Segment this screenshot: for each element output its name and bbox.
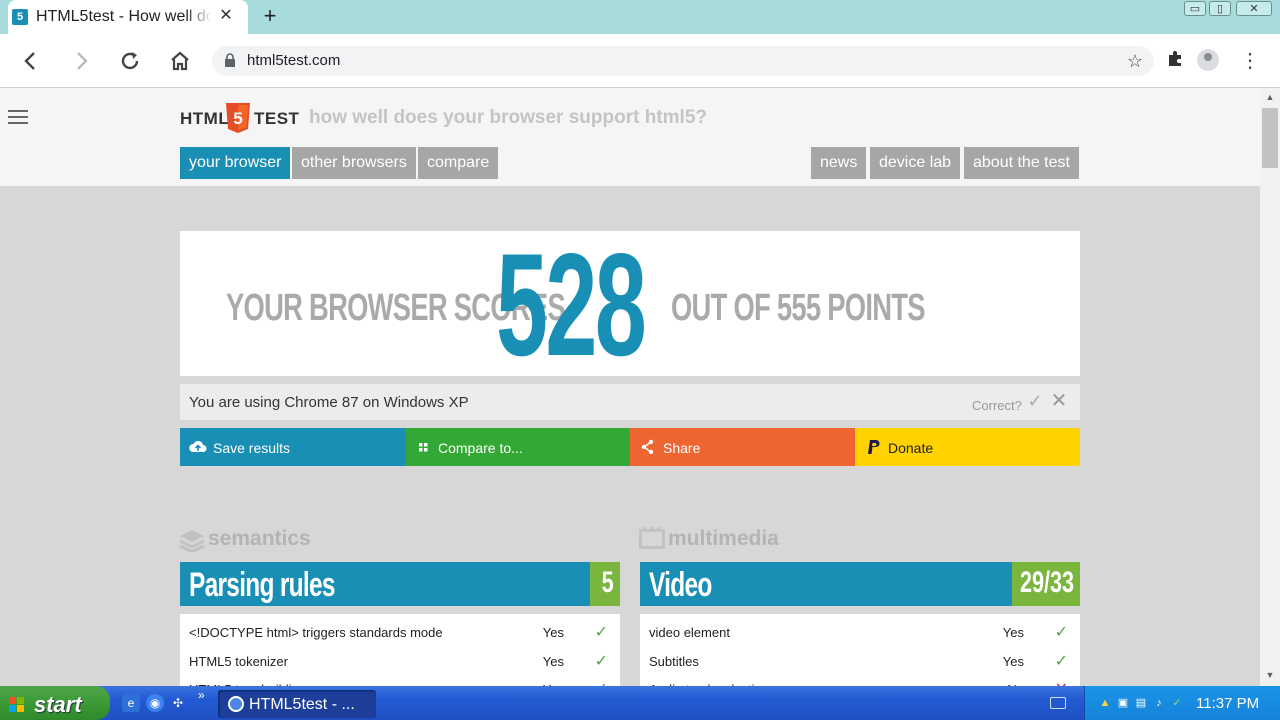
- pass-check-icon: ✓: [594, 653, 608, 670]
- compare-to-button[interactable]: Compare to...: [405, 428, 630, 466]
- parsing-rules-title: Parsing rules: [189, 566, 335, 604]
- tray-volume-icon[interactable]: ♪: [1152, 696, 1166, 710]
- share-icon: [639, 439, 657, 455]
- browser-detection-text: You are using Chrome 87 on Windows XP: [189, 394, 469, 411]
- donate-label: Donate: [888, 440, 934, 456]
- video-list: video element Yes ✓ Subtitles Yes ✓ Audi…: [640, 614, 1080, 690]
- bookmark-star-icon[interactable]: ☆: [1124, 50, 1146, 72]
- tab-title[interactable]: HTML5test - How well does your browser s…: [36, 8, 212, 26]
- tab-close-icon[interactable]: ✕: [216, 6, 236, 26]
- start-label: start: [34, 692, 82, 717]
- pass-check-icon: ✓: [594, 624, 608, 641]
- multimedia-film-icon: [639, 526, 665, 549]
- chrome-quicklaunch-icon[interactable]: ◉: [146, 694, 164, 712]
- score-tail-text: OUT OF 555 POINTS: [671, 287, 926, 329]
- scroll-up-arrow-icon[interactable]: ▲: [1264, 92, 1276, 102]
- parsing-rules-score-box: 5: [590, 562, 620, 606]
- chrome-task-icon: [228, 696, 244, 712]
- nav-compare[interactable]: compare: [418, 147, 499, 179]
- address-bar[interactable]: [212, 46, 1154, 76]
- more-menu-icon[interactable]: ⋮: [1240, 50, 1260, 72]
- multimedia-section-title: multimedia: [668, 527, 779, 550]
- logo-shield-digit: 5: [233, 109, 242, 128]
- video-title: Video: [649, 566, 712, 604]
- taskbar-clock: 11:37 PM: [1196, 695, 1260, 712]
- quicklaunch-more-icon[interactable]: »: [198, 688, 205, 702]
- share-label: Share: [663, 440, 701, 456]
- video-score: 29/33: [1019, 566, 1074, 599]
- compare-to-label: Compare to...: [438, 440, 523, 456]
- scroll-down-arrow-icon[interactable]: ▼: [1264, 670, 1276, 680]
- test-value: Yes: [1002, 625, 1024, 640]
- table-row[interactable]: Subtitles Yes ✓: [640, 645, 1080, 673]
- grid-icon: [414, 439, 432, 455]
- video-header[interactable]: Video 29/33: [640, 562, 1080, 606]
- html5-favicon-icon: 5: [12, 9, 28, 25]
- donate-button[interactable]: Donate: [855, 428, 1080, 466]
- cloud-upload-icon: [189, 439, 207, 455]
- tray-security-icon[interactable]: ✓: [1170, 696, 1184, 710]
- table-row[interactable]: video element Yes ✓: [640, 616, 1080, 644]
- confirm-check-icon[interactable]: ✓: [1025, 391, 1045, 411]
- score-value: 528: [496, 223, 647, 386]
- lock-icon[interactable]: [224, 53, 236, 67]
- nav-about-the-test[interactable]: about the test: [964, 147, 1079, 179]
- html5-shield-icon: 5: [226, 103, 250, 133]
- extensions-puzzle-icon[interactable]: [1164, 50, 1186, 72]
- back-icon[interactable]: [17, 47, 45, 75]
- pass-check-icon: ✓: [1054, 653, 1068, 670]
- test-label: <!DOCTYPE html> triggers standards mode: [189, 625, 443, 640]
- parsing-rules-list: <!DOCTYPE html> triggers standards mode …: [180, 614, 620, 690]
- nav-other-browsers[interactable]: other browsers: [292, 147, 416, 179]
- page-scrollbar[interactable]: [1260, 88, 1280, 686]
- test-value: Yes: [1002, 654, 1024, 669]
- hamburger-menu-icon[interactable]: [8, 110, 28, 126]
- test-label: video element: [649, 625, 730, 640]
- scroll-thumb[interactable]: [1262, 108, 1278, 168]
- forward-icon[interactable]: [67, 47, 95, 75]
- test-value: Yes: [542, 625, 564, 640]
- url-text[interactable]: html5test.com: [247, 52, 340, 69]
- semantics-stack-icon: [179, 528, 205, 554]
- tray-alert-icon[interactable]: ▲: [1098, 696, 1112, 710]
- restore-button[interactable]: ▯: [1209, 1, 1231, 16]
- nav-device-lab[interactable]: device lab: [870, 147, 961, 179]
- test-value: Yes: [542, 654, 564, 669]
- reload-icon[interactable]: [116, 47, 144, 75]
- test-label: Subtitles: [649, 654, 699, 669]
- correct-question-label: Correct?: [972, 398, 1022, 413]
- site-tagline: how well does your browser support html5…: [309, 107, 707, 128]
- network-quicklaunch-icon[interactable]: ✣: [169, 694, 187, 712]
- window-close-button[interactable]: ✕: [1236, 1, 1272, 16]
- logo-test-text: TEST: [254, 109, 300, 128]
- video-score-box: 29/33: [1012, 562, 1080, 606]
- share-button[interactable]: Share: [630, 428, 855, 466]
- profile-avatar-icon[interactable]: [1197, 49, 1219, 71]
- taskbar-item-label: HTML5test - ...: [249, 696, 355, 713]
- save-results-label: Save results: [213, 440, 291, 456]
- semantics-section-title: semantics: [208, 527, 311, 550]
- ie-quicklaunch-icon[interactable]: e: [122, 694, 140, 712]
- windows-flag-icon: [9, 697, 25, 713]
- tray-network-icon[interactable]: ▣: [1116, 696, 1130, 710]
- save-results-button[interactable]: Save results: [180, 428, 405, 466]
- pass-check-icon: ✓: [1054, 624, 1068, 641]
- keyboard-layout-icon[interactable]: [1050, 697, 1066, 709]
- nav-your-browser[interactable]: your browser: [180, 147, 291, 179]
- tray-display-icon[interactable]: ▤: [1134, 696, 1148, 710]
- nav-news[interactable]: news: [811, 147, 867, 179]
- minimize-button[interactable]: ▭: [1184, 1, 1206, 16]
- new-tab-button[interactable]: +: [258, 4, 282, 28]
- parsing-rules-score: 5: [601, 566, 614, 599]
- parsing-rules-header[interactable]: Parsing rules 5: [180, 562, 620, 606]
- table-row[interactable]: <!DOCTYPE html> triggers standards mode …: [180, 616, 620, 644]
- paypal-icon: [864, 439, 882, 455]
- logo-html-text: HTML: [180, 109, 230, 128]
- reject-close-icon[interactable]: ✕: [1049, 391, 1069, 411]
- test-label: HTML5 tokenizer: [189, 654, 288, 669]
- table-row[interactable]: HTML5 tokenizer Yes ✓: [180, 645, 620, 673]
- home-icon[interactable]: [166, 47, 194, 75]
